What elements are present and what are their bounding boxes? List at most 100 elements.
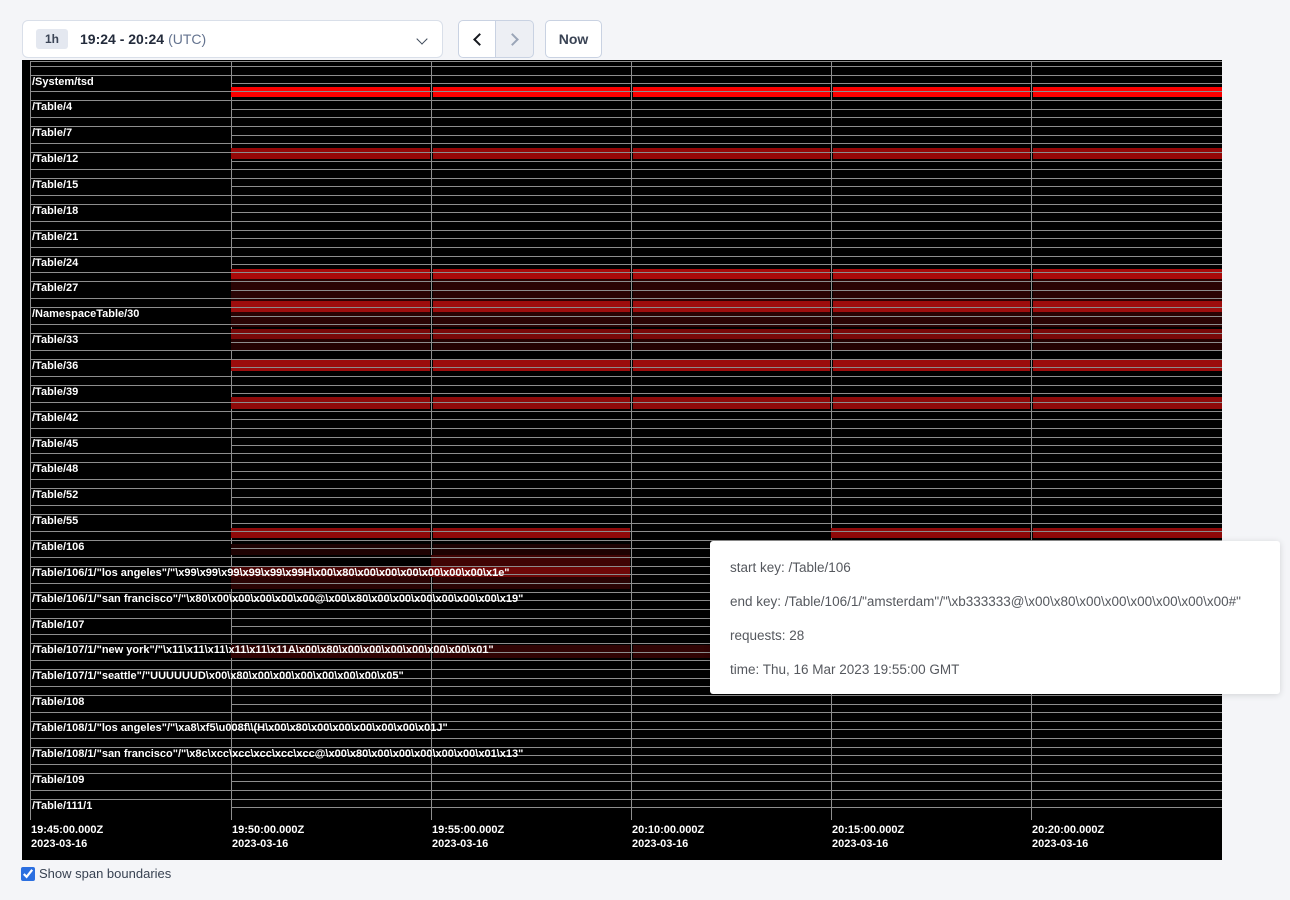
chevron-left-icon [473,33,486,46]
gridline-horizontal [30,298,1222,299]
span-activity-band [833,397,1030,409]
row-label: /Table/55 [32,515,78,527]
x-axis-tick: 19:55:00.000Z2023-03-16 [432,823,504,851]
time-range-selector[interactable]: 1h 19:24 - 20:24 (UTC) [22,20,443,58]
gridline-horizontal [231,393,1222,394]
time-range-label: 19:24 - 20:24 [80,31,164,47]
gridline-horizontal [30,91,1222,92]
span-activity-band [633,360,830,371]
gridline-horizontal [231,186,1222,187]
gridline-horizontal [231,523,1222,524]
gridline-horizontal [30,281,1222,282]
gridline-horizontal [30,247,1222,248]
gridline-horizontal [30,195,1222,196]
row-label: /Table/106/1/"los angeles"/"\x99\x99\x99… [32,567,510,579]
gridline-horizontal [30,462,1222,463]
row-label: /Table/106/1/"san francisco"/"\x80\x00\x… [32,593,523,605]
gridline-horizontal [30,169,1222,170]
gridline-horizontal [30,738,1222,739]
now-button[interactable]: Now [545,20,602,58]
row-label: /Table/42 [32,412,78,424]
gridline-horizontal [30,307,1222,308]
row-label: /Table/107/1/"new york"/"\x11\x11\x11\x1… [32,644,494,656]
row-label: /Table/107/1/"seattle"/"UUUUUUD\x00\x80\… [32,670,404,682]
tooltip-requests: requests: 28 [730,619,1280,653]
gridline-horizontal [30,695,1222,696]
gridline-vertical [231,61,232,820]
span-activity-band [433,269,630,279]
gridline-horizontal [30,143,1222,144]
gridline-horizontal [30,117,1222,118]
next-range-button-disabled[interactable] [496,20,534,58]
gridline-horizontal [30,479,1222,480]
time-nav-group [458,20,534,58]
gridline-horizontal [30,324,1222,325]
row-label: /Table/107 [32,619,84,631]
span-activity-band [831,528,1030,538]
row-label: /Table/15 [32,179,78,191]
gridline-horizontal [30,66,1222,67]
key-visualizer-canvas[interactable]: /System/tsd/Table/4/Table/7/Table/12/Tab… [22,60,1222,860]
gridline-horizontal [231,807,1222,808]
time-range-utc: (UTC) [168,31,206,47]
gridline-horizontal [231,135,1222,136]
gridline-vertical [831,61,832,820]
gridline-horizontal [30,178,1222,179]
row-label: /Table/7 [32,127,72,139]
gridline-horizontal [30,531,1222,532]
span-activity-band [833,360,1030,371]
span-activity-band [633,148,830,159]
gridline-horizontal [231,161,1222,162]
span-activity-band [231,528,430,538]
span-tooltip: start key: /Table/106 end key: /Table/10… [710,541,1280,694]
gridline-horizontal [30,385,1222,386]
row-label: /Table/21 [32,231,78,243]
chevron-right-icon [506,33,519,46]
row-label: /Table/108/1/"san francisco"/"\x8c\xcc\x… [32,748,523,760]
gridline-horizontal [30,333,1222,334]
gridline-horizontal [30,350,1222,351]
span-activity-band [1033,360,1222,371]
span-activity-band [231,148,430,159]
gridline-horizontal [30,437,1222,438]
gridline-horizontal [30,514,1222,515]
gridline-horizontal [231,212,1222,213]
gridline-horizontal [231,471,1222,472]
gridline-horizontal [30,126,1222,127]
gridline-horizontal [30,75,1222,76]
row-label: /Table/12 [32,153,78,165]
span-activity-band [833,269,1030,279]
gridline-horizontal [30,453,1222,454]
gridline-horizontal [30,790,1222,791]
gridline-vertical [631,61,632,820]
show-span-boundaries-checkbox[interactable] [21,867,35,881]
x-axis-tick: 19:45:00.000Z2023-03-16 [31,823,103,851]
gridline-horizontal [231,238,1222,239]
tooltip-end-key: end key: /Table/106/1/"amsterdam"/"\xb33… [730,585,1280,619]
span-activity-band [1033,397,1222,409]
gridline-horizontal [231,497,1222,498]
gridline-vertical [431,61,432,820]
gridline-horizontal [231,264,1222,265]
gridline-horizontal [30,488,1222,489]
gridline-horizontal [30,773,1222,774]
span-activity-band [833,148,1030,159]
span-activity-band [433,544,630,555]
gridline-horizontal [30,204,1222,205]
gridline-horizontal [231,781,1222,782]
row-label: /Table/106 [32,541,84,553]
span-activity-band [1033,148,1222,159]
chevron-down-icon [416,33,427,44]
gridline-horizontal [30,272,1222,273]
gridline-horizontal [231,290,1222,291]
span-activity-band [433,360,630,371]
row-label: /Table/45 [32,438,78,450]
span-activity-band [1033,528,1222,538]
gridline-horizontal [231,109,1222,110]
span-activity-band [633,269,830,279]
previous-range-button[interactable] [458,20,496,58]
gridline-horizontal [30,61,1222,62]
x-axis-tick: 19:50:00.000Z2023-03-16 [232,823,304,851]
gridline-horizontal [30,712,1222,713]
row-label: /Table/4 [32,101,72,113]
